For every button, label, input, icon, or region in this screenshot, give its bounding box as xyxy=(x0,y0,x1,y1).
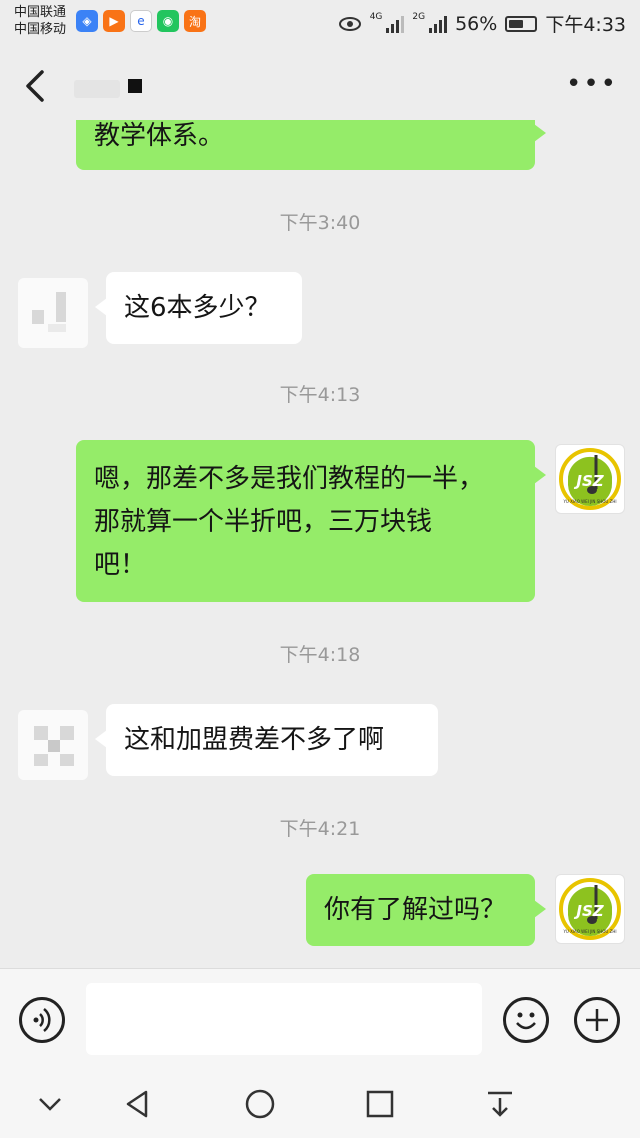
message-text: 这6本多少？ xyxy=(124,293,271,323)
video-app-icon: ▶ xyxy=(103,10,125,32)
message-text: 教学体系。 xyxy=(94,121,225,151)
message-line: 嗯，那差不多是我们教程的一半， xyxy=(94,464,485,494)
status-bar: 中国联通 中国移动 ◈ ▶ e ◉ 淘 4G 2G 56% 下午4:33 xyxy=(0,0,640,46)
battery-icon xyxy=(505,15,538,32)
logo-text: JSZ xyxy=(573,472,604,490)
message-bubble-sent[interactable]: 你有了解过吗？ xyxy=(306,874,546,946)
message-text: 这和加盟费差不多了啊 xyxy=(124,725,385,755)
status-right: 4G 2G 56% 下午4:33 xyxy=(338,10,626,37)
message-text: 你有了解过吗？ xyxy=(324,895,507,925)
carrier-1: 中国联通 xyxy=(14,5,67,20)
input-bar xyxy=(0,968,640,1070)
my-avatar[interactable]: JSZ YU XIAO WEI JIN SHOU ZHI xyxy=(555,874,625,944)
voice-icon xyxy=(33,1008,51,1032)
back-button[interactable] xyxy=(18,64,58,108)
jsz-logo-icon: JSZ YU XIAO WEI JIN SHOU ZHI xyxy=(559,878,621,940)
carrier-labels: 中国联通 中国移动 xyxy=(14,4,66,38)
contact-avatar[interactable] xyxy=(18,278,88,348)
battery-percent: 56% xyxy=(455,12,498,35)
contact-name-blurred xyxy=(74,80,120,98)
voice-button[interactable] xyxy=(19,997,65,1043)
contact-name-mark xyxy=(128,79,142,93)
message-input[interactable] xyxy=(86,983,482,1055)
signal-icon-2 xyxy=(429,15,448,33)
message-bubble-received[interactable]: 这和加盟费差不多了啊 xyxy=(95,704,438,776)
logo-text: JSZ xyxy=(573,902,604,920)
more-functions-button[interactable] xyxy=(574,997,620,1043)
more-horizontal-icon: ••• xyxy=(565,69,618,99)
browser-app-icon: e xyxy=(130,10,152,32)
logo-subtext: YU XIAO WEI JIN SHOU ZHI xyxy=(562,929,616,934)
emoji-icon xyxy=(516,1012,536,1030)
back-triangle-icon[interactable] xyxy=(120,1086,156,1122)
carrier-2: 中国移动 xyxy=(14,22,67,37)
logo-subtext: YU XIAO WEI JIN SHOU ZHI xyxy=(562,499,616,504)
signal-icon-1 xyxy=(386,15,405,33)
message-bubble-sent[interactable]: 嗯，那差不多是我们教程的一半， 那就算一个半折吧，三万块钱 吧！ xyxy=(76,440,546,602)
more-button[interactable]: ••• xyxy=(566,71,618,97)
message-bubble-received[interactable]: 这6本多少？ xyxy=(95,272,302,344)
home-circle-icon[interactable] xyxy=(242,1086,278,1122)
taobao-app-icon: 淘 xyxy=(184,10,206,32)
chat-header: ••• xyxy=(0,46,640,130)
message-line: 那就算一个半折吧，三万块钱 xyxy=(94,507,433,537)
chevron-left-icon xyxy=(26,70,44,102)
message-line: 吧！ xyxy=(94,550,147,580)
system-navigation-bar xyxy=(0,1070,640,1138)
timestamp: 下午3:40 xyxy=(279,212,361,234)
timestamp: 下午4:21 xyxy=(279,818,361,840)
eye-icon xyxy=(338,16,361,31)
game-app-icon: ◉ xyxy=(157,10,179,32)
notification-icons: ◈ ▶ e ◉ 淘 xyxy=(76,10,206,32)
chevron-down-icon[interactable] xyxy=(32,1086,68,1122)
network-type-1: 4G xyxy=(369,11,383,22)
clock: 下午4:33 xyxy=(545,14,626,36)
notification-pull-icon[interactable] xyxy=(482,1086,518,1122)
jsz-logo-icon: JSZ YU XIAO WEI JIN SHOU ZHI xyxy=(559,448,621,510)
network-type-2: 2G xyxy=(412,11,426,22)
contact-avatar[interactable] xyxy=(18,710,88,780)
message-list[interactable]: 教学体系。 下午3:40 这6本多少？ 下午4:13 嗯，那差不多是我们教程的一… xyxy=(0,120,640,968)
recents-square-icon[interactable] xyxy=(362,1086,398,1122)
emoji-button[interactable] xyxy=(503,997,549,1043)
shield-app-icon: ◈ xyxy=(76,10,98,32)
timestamp: 下午4:18 xyxy=(279,644,361,666)
timestamp: 下午4:13 xyxy=(279,384,361,406)
my-avatar[interactable]: JSZ YU XIAO WEI JIN SHOU ZHI xyxy=(555,444,625,514)
plus-circle-icon xyxy=(586,1009,608,1031)
message-bubble-sent[interactable]: 教学体系。 xyxy=(76,120,546,170)
